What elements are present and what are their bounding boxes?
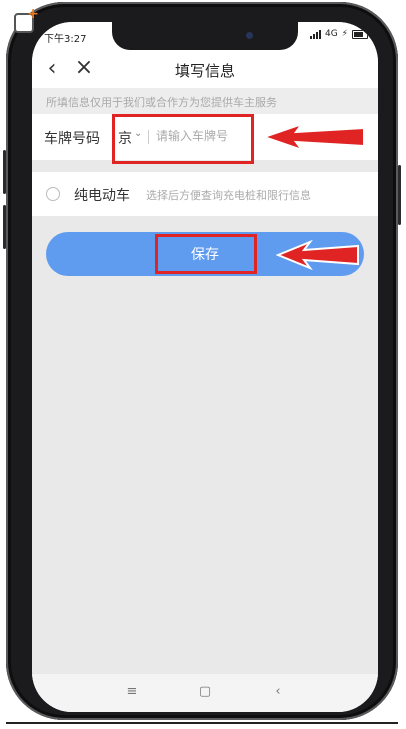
status-time: 下午3:27 xyxy=(44,34,87,45)
pointer-arrow-icon xyxy=(276,240,359,270)
power-button xyxy=(398,165,401,225)
front-camera-icon xyxy=(246,32,253,39)
electric-vehicle-radio[interactable] xyxy=(46,187,60,201)
signal-icon xyxy=(309,29,321,39)
back-icon[interactable]: ‹ xyxy=(268,684,288,699)
camera-notch xyxy=(112,22,298,50)
privacy-notice-text: 所填信息仅用于我们或合作方为您提供车主服务 xyxy=(46,96,277,109)
network-type: 4G xyxy=(324,29,338,39)
plate-number-label: 车牌号码 xyxy=(44,131,100,147)
status-indicators: 4G ⚡ xyxy=(309,29,368,39)
navigation-bar: ‹ × 填写信息 xyxy=(32,50,378,88)
privacy-notice: 所填信息仅用于我们或合作方为您提供车主服务 xyxy=(32,88,378,114)
home-icon[interactable]: ▢ xyxy=(195,684,215,699)
electric-vehicle-row[interactable]: 纯电动车 选择后方便查询充电桩和限行信息 xyxy=(32,172,378,216)
electric-vehicle-hint: 选择后方便查询充电桩和限行信息 xyxy=(146,189,311,202)
system-navigation-bar: ≡ ▢ ‹ xyxy=(32,674,378,712)
bottom-border xyxy=(6,722,398,724)
page-title: 填写信息 xyxy=(174,62,235,80)
plate-input-highlight xyxy=(112,114,254,164)
volume-down-button xyxy=(3,205,6,249)
pointer-arrow-icon xyxy=(262,122,365,152)
screenshot-add-icon xyxy=(14,6,39,33)
save-button-highlight xyxy=(155,234,257,274)
charging-icon: ⚡ xyxy=(341,29,348,39)
menu-icon[interactable]: ≡ xyxy=(122,684,142,699)
battery-icon xyxy=(352,29,368,39)
electric-vehicle-label: 纯电动车 xyxy=(74,188,130,204)
volume-up-button xyxy=(3,150,6,194)
